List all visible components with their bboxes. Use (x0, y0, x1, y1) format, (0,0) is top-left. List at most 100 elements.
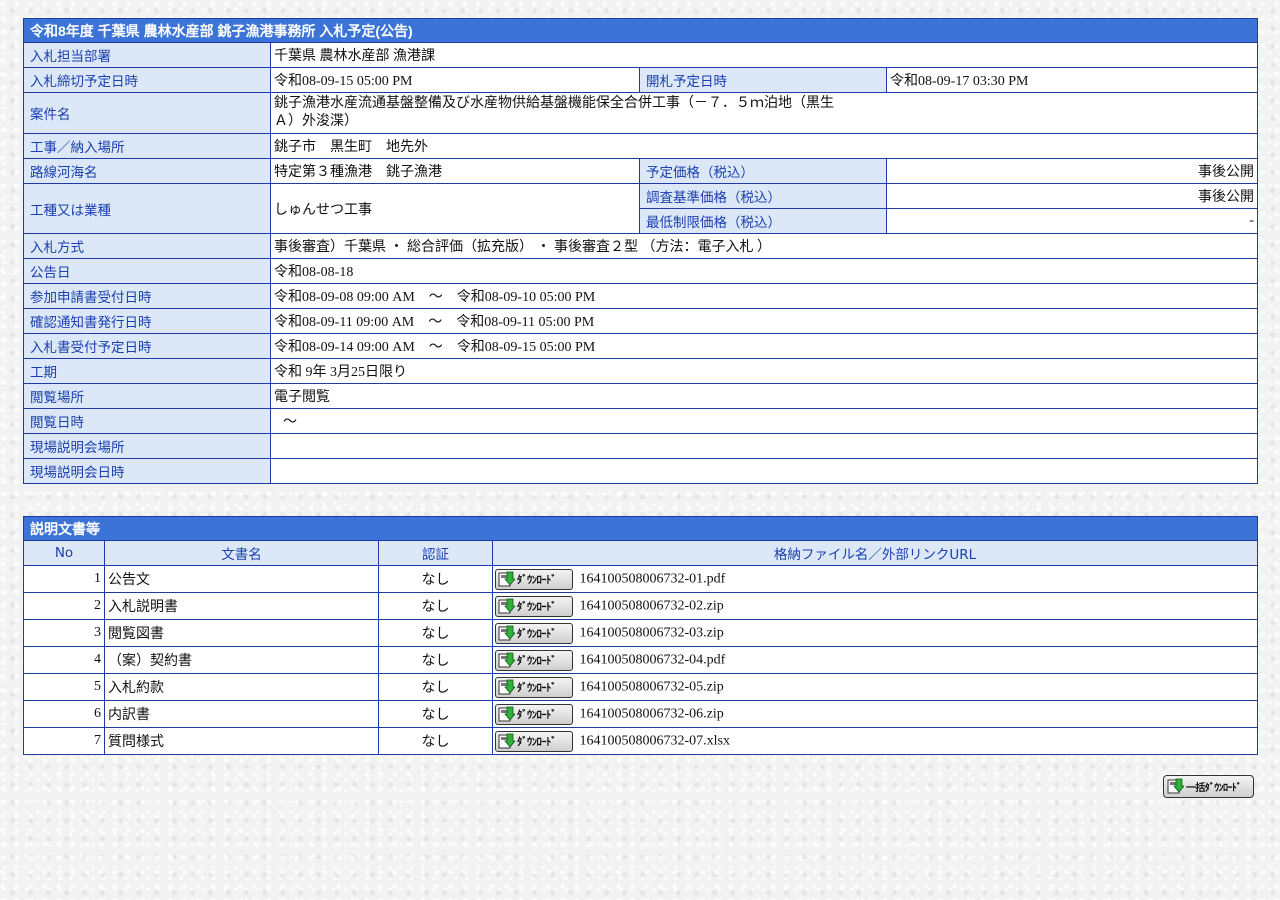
col-header-name: 文書名 (104, 540, 379, 566)
viewing-place-value: 電子閲覧 (269, 383, 1259, 409)
doc-file: 164100508006732-06.zip (579, 706, 724, 722)
doc-auth: なし (378, 592, 493, 620)
bid-info-table: 令和8年度 千葉県 農林水産部 銚子漁港事務所 入札予定(公告) 入札担当部署 … (22, 18, 1259, 484)
download-arrow-icon (498, 598, 515, 613)
deadline-value: 令和08-09-15 05:00 PM (270, 67, 640, 93)
viewing-date-value: ～ (269, 408, 1259, 434)
doc-name: （案）契約書 (104, 646, 379, 674)
doc-no: 3 (23, 619, 105, 647)
download-button-label: ﾀﾞｳﾝﾛｰﾄﾞ (517, 708, 557, 721)
download-arrow-icon (498, 652, 515, 667)
doc-file: 164100508006732-07.xlsx (579, 733, 731, 749)
doc-file: 164100508006732-01.pdf (579, 571, 726, 587)
period-value: 令和 9年 3月25日限り (269, 358, 1259, 384)
download-button[interactable]: ﾀﾞｳﾝﾛｰﾄﾞ (495, 703, 573, 725)
notice-date-value: 令和08-08-18 (269, 258, 1259, 284)
download-arrow-icon (498, 625, 515, 640)
project-value: 銚子漁港水産流通基盤整備及び水産物供給基盤機能保全合併工事（－７．５ｍ泊地（黒生… (274, 96, 834, 129)
project-label: 案件名 (23, 92, 271, 134)
period-label: 工期 (23, 358, 271, 384)
doc-auth: なし (378, 619, 493, 647)
download-button-label: ﾀﾞｳﾝﾛｰﾄﾞ (517, 681, 557, 694)
table-row: 4 （案）契約書 なし ﾀﾞｳﾝﾛｰﾄﾞ 164100508006732-04.… (23, 646, 1258, 674)
deadline-label: 入札締切予定日時 (23, 67, 271, 93)
table-row: 5 入札約款 なし ﾀﾞｳﾝﾛｰﾄﾞ 164100508006732-05.zi… (23, 673, 1258, 701)
min-price-label: 最低制限価格（税込） (639, 208, 887, 234)
location-label: 工事／納入場所 (23, 133, 271, 159)
notice-date-label: 公告日 (23, 258, 271, 284)
viewing-date-label: 閲覧日時 (23, 408, 271, 434)
doc-name: 閲覧図書 (104, 619, 379, 647)
opening-label: 開札予定日時 (639, 67, 887, 93)
route-value: 特定第３種漁港 銚子漁港 (270, 158, 640, 184)
download-button[interactable]: ﾀﾞｳﾝﾛｰﾄﾞ (495, 568, 573, 590)
download-button[interactable]: ﾀﾞｳﾝﾛｰﾄﾞ (495, 730, 573, 752)
doc-auth: なし (378, 565, 493, 593)
download-button[interactable]: ﾀﾞｳﾝﾛｰﾄﾞ (495, 676, 573, 698)
table-row: 3 閲覧図書 なし ﾀﾞｳﾝﾛｰﾄﾞ 164100508006732-03.zi… (23, 619, 1258, 647)
table-row: 2 入札説明書 なし ﾀﾞｳﾝﾛｰﾄﾞ 164100508006732-02.z… (23, 592, 1258, 620)
download-button-label: ﾀﾞｳﾝﾛｰﾄﾞ (517, 654, 557, 667)
confirmation-label: 確認通知書発行日時 (23, 308, 271, 334)
min-price-value: - (885, 208, 1259, 234)
method-value: 事後審査）千葉県 ・ 総合評価（拡充版） ・ 事後審査２型 （方法：電子入札 ） (269, 233, 1259, 259)
download-arrow-icon (498, 733, 515, 748)
download-arrow-icon (498, 679, 515, 694)
doc-no: 4 (23, 646, 105, 674)
method-label: 入札方式 (23, 233, 271, 259)
doc-name: 内訳書 (104, 700, 379, 728)
department-value: 千葉県 農林水産部 漁港課 (269, 42, 1259, 68)
doc-auth: なし (378, 673, 493, 701)
download-button[interactable]: ﾀﾞｳﾝﾛｰﾄﾞ (495, 649, 573, 671)
doc-auth: なし (378, 646, 493, 674)
documents-table: 説明文書等 No 文書名 認証 格納ファイル名／外部リンクURL 1 公告文 な… (23, 516, 1258, 755)
doc-no: 1 (23, 565, 105, 593)
confirmation-value: 令和08-09-11 09:00 AM ～ 令和08-09-11 05:00 P… (269, 308, 1259, 334)
viewing-place-label: 閲覧場所 (23, 383, 271, 409)
briefing-date-value (269, 458, 1259, 484)
briefing-date-label: 現場説明会日時 (23, 458, 271, 484)
doc-auth: なし (378, 727, 493, 755)
bulk-download-label: 一括ﾀﾞｳﾝﾛｰﾄﾞ (1186, 783, 1242, 794)
planned-price-value: 事後公開 (885, 158, 1259, 184)
application-value: 令和08-09-08 09:00 AM ～ 令和08-09-10 05:00 P… (269, 283, 1259, 309)
opening-value: 令和08-09-17 03:30 PM (885, 67, 1259, 93)
application-label: 参加申請書受付日時 (23, 283, 271, 309)
doc-name: 入札約款 (104, 673, 379, 701)
briefing-place-label: 現場説明会場所 (23, 433, 271, 459)
doc-auth: なし (378, 700, 493, 728)
bid-receipt-label: 入札書受付予定日時 (23, 333, 271, 359)
planned-price-label: 予定価格（税込） (639, 158, 887, 184)
download-arrow-icon (1167, 778, 1184, 794)
table-row: 6 内訳書 なし ﾀﾞｳﾝﾛｰﾄﾞ 164100508006732-06.zip (23, 700, 1258, 728)
table-row: 7 質問様式 なし ﾀﾞｳﾝﾛｰﾄﾞ 164100508006732-07.xl… (23, 727, 1258, 755)
doc-file: 164100508006732-03.zip (579, 625, 724, 641)
doc-no: 7 (23, 727, 105, 755)
briefing-place-value (269, 433, 1259, 459)
download-button[interactable]: ﾀﾞｳﾝﾛｰﾄﾞ (495, 595, 573, 617)
col-header-file: 格納ファイル名／外部リンクURL (492, 540, 1258, 566)
doc-no: 2 (23, 592, 105, 620)
doc-no: 5 (23, 673, 105, 701)
download-button-label: ﾀﾞｳﾝﾛｰﾄﾞ (517, 735, 557, 748)
doc-no: 6 (23, 700, 105, 728)
page-title: 令和8年度 千葉県 農林水産部 銚子漁港事務所 入札予定(公告) (22, 18, 1259, 43)
col-header-no: No (23, 540, 105, 566)
download-arrow-icon (498, 706, 515, 721)
work-type-label: 工種又は業種 (23, 183, 271, 234)
survey-price-label: 調査基準価格（税込） (639, 183, 887, 209)
doc-name: 公告文 (104, 565, 379, 593)
download-arrow-icon (498, 571, 515, 586)
download-button-label: ﾀﾞｳﾝﾛｰﾄﾞ (517, 627, 557, 640)
survey-price-value: 事後公開 (885, 183, 1259, 209)
table-row: 1 公告文 なし ﾀﾞｳﾝﾛｰﾄﾞ 164100508006732-01.pdf (23, 565, 1258, 593)
work-type-value: しゅんせつ工事 (270, 183, 640, 234)
bid-receipt-value: 令和08-09-14 09:00 AM ～ 令和08-09-15 05:00 P… (269, 333, 1259, 359)
download-button[interactable]: ﾀﾞｳﾝﾛｰﾄﾞ (495, 622, 573, 644)
doc-name: 入札説明書 (104, 592, 379, 620)
download-button-label: ﾀﾞｳﾝﾛｰﾄﾞ (517, 600, 557, 613)
download-button-label: ﾀﾞｳﾝﾛｰﾄﾞ (517, 573, 557, 586)
doc-file: 164100508006732-02.zip (579, 598, 724, 614)
bulk-download-button[interactable]: 一括ﾀﾞｳﾝﾛｰﾄﾞ (1163, 775, 1254, 798)
documents-title: 説明文書等 (23, 516, 1258, 541)
